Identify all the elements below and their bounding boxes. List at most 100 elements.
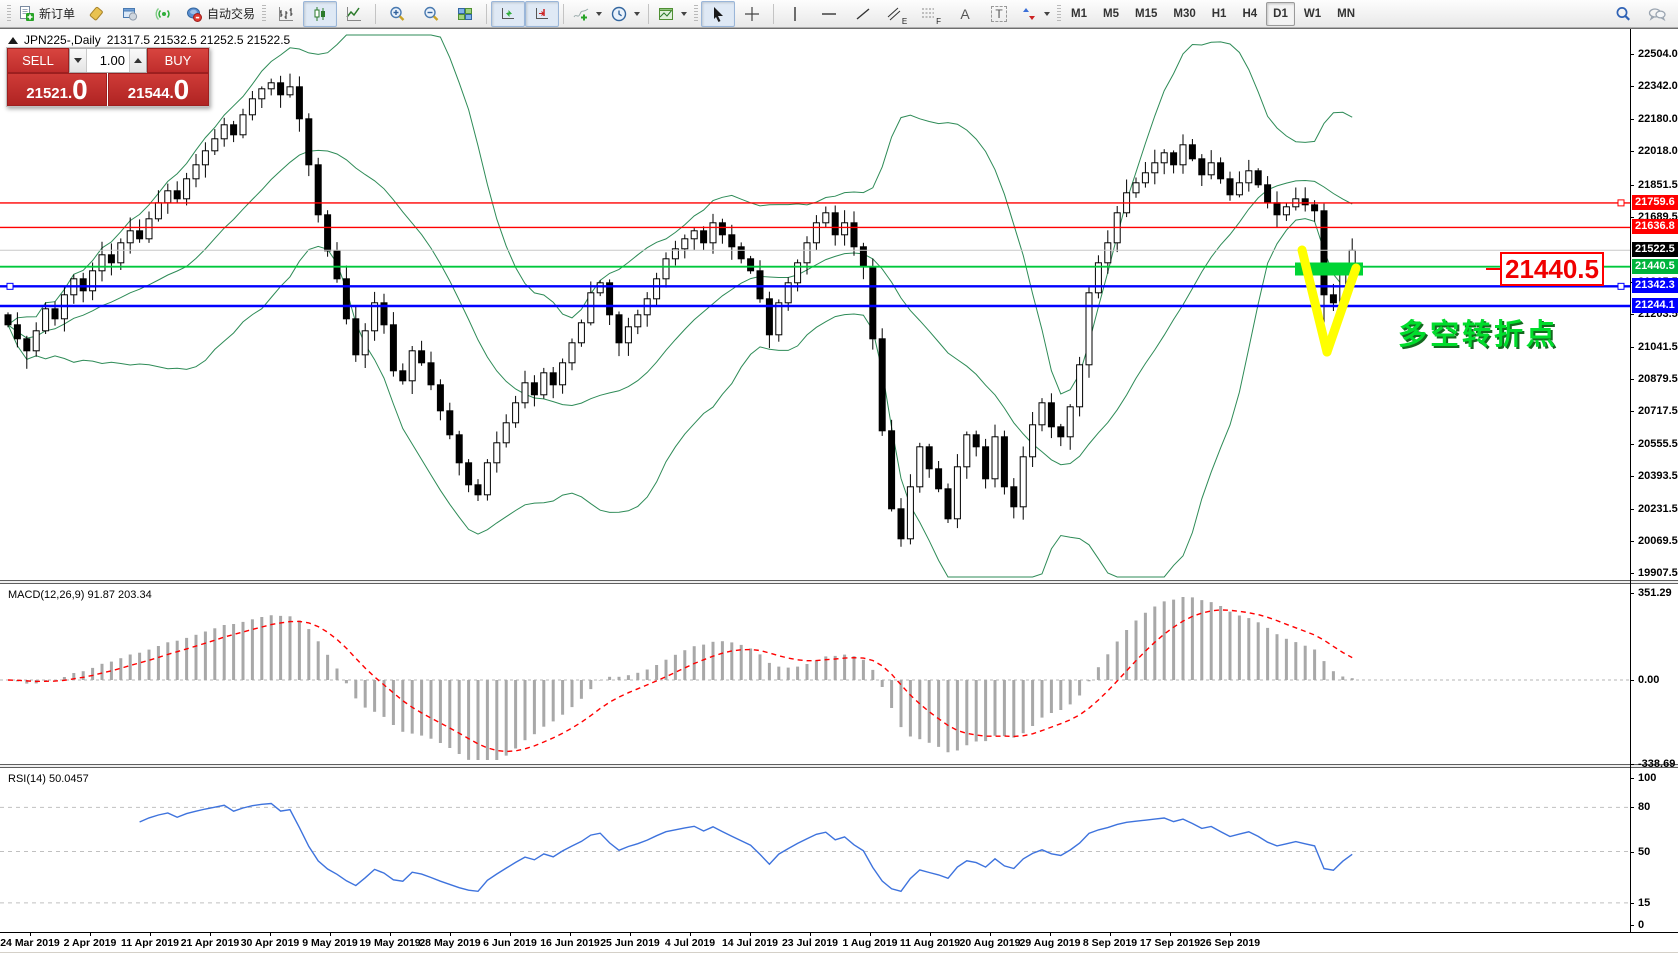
crosshair-icon — [743, 5, 761, 23]
periods-button[interactable] — [606, 1, 644, 27]
templates-icon — [657, 5, 675, 23]
chart-title: JPN225-,Daily 21317.5 21532.5 21252.5 21… — [8, 33, 290, 47]
volume-increase-button[interactable] — [129, 49, 146, 72]
price-tick-label: 20879.5 — [1638, 372, 1678, 386]
axis-tick — [1630, 379, 1634, 380]
indicators-icon — [572, 5, 590, 23]
axis-tick — [1630, 541, 1634, 542]
price-tick-label: 22018.0 — [1638, 144, 1678, 158]
mt4-application: { "toolbar": { "new_order_label": "新订单",… — [0, 0, 1678, 953]
main-toolbar: 新订单 自动交易 — [0, 0, 1678, 28]
signals-button[interactable] — [147, 1, 181, 27]
timeframe-w1[interactable]: W1 — [1297, 2, 1328, 26]
cursor-icon — [709, 5, 727, 23]
toolbar-grip[interactable] — [694, 5, 698, 23]
eraser-button[interactable] — [79, 1, 113, 27]
candlestick-chart-button[interactable] — [303, 1, 337, 27]
timeframe-h1[interactable]: H1 — [1205, 2, 1234, 26]
cursor-button[interactable] — [701, 1, 735, 27]
autotrade-button[interactable]: 自动交易 — [181, 1, 259, 27]
price-tick-label: 20717.5 — [1638, 404, 1678, 418]
axis-tick — [1630, 778, 1634, 779]
date-tick — [690, 933, 691, 936]
axis-tick — [1630, 807, 1634, 808]
chart-shift-button[interactable] — [525, 1, 559, 27]
zoom-out-button[interactable] — [414, 1, 448, 27]
buy-button[interactable]: BUY — [147, 48, 209, 73]
buy-price[interactable]: 21544.0 — [108, 73, 209, 106]
timeframe-m1[interactable]: M1 — [1064, 2, 1094, 26]
sell-price[interactable]: 21521.0 — [7, 73, 107, 106]
price-tick-label: 19907.5 — [1638, 566, 1678, 580]
price-tick-label: 22342.0 — [1638, 79, 1678, 93]
rsi-scale-label: 0 — [1638, 918, 1644, 932]
chart-window-button[interactable] — [113, 1, 147, 27]
arrows-button[interactable] — [1016, 1, 1054, 27]
timeframe-m5[interactable]: M5 — [1096, 2, 1126, 26]
price-tick-label: 22504.0 — [1638, 47, 1678, 61]
chat-button[interactable] — [1640, 1, 1674, 27]
price-badge: 21636.8 — [1632, 219, 1678, 234]
fibonacci-button[interactable]: F — [914, 1, 948, 27]
date-tick — [930, 933, 931, 936]
macd-canvas[interactable] — [0, 584, 1630, 764]
rsi-scale-label: 100 — [1638, 771, 1656, 785]
collapse-chart-icon[interactable] — [8, 37, 18, 44]
timeframe-m15[interactable]: M15 — [1128, 2, 1164, 26]
price-badge: 21440.5 — [1632, 259, 1678, 274]
timeframe-m30[interactable]: M30 — [1166, 2, 1202, 26]
new-order-button[interactable]: 新订单 — [14, 1, 79, 27]
indicators-button[interactable] — [568, 1, 606, 27]
macd-scale-label: 0.00 — [1638, 673, 1659, 687]
triangle-down-icon — [74, 58, 82, 63]
date-tick — [1050, 933, 1051, 936]
price-badge: 21759.6 — [1632, 195, 1678, 210]
sell-button[interactable]: SELL — [7, 48, 69, 73]
main-chart-canvas[interactable] — [0, 29, 1630, 580]
toolbar-grip[interactable] — [262, 5, 266, 23]
rsi-scale-label: 15 — [1638, 896, 1650, 910]
axis-tick — [1630, 54, 1634, 55]
date-axis[interactable]: 24 Mar 20192 Apr 201911 Apr 201921 Apr 2… — [0, 932, 1678, 953]
fibonacci-icon — [921, 6, 935, 22]
zoom-out-icon — [422, 5, 440, 23]
price-badge: 21522.5 — [1632, 242, 1678, 257]
templates-button[interactable] — [653, 1, 691, 27]
trendline-button[interactable] — [846, 1, 880, 27]
toolbar-grip[interactable] — [1057, 5, 1061, 23]
one-click-trade-panel: SELL 1.00 BUY 21521.0 21544.0 — [6, 47, 210, 107]
text-button[interactable]: A — [948, 1, 982, 27]
price-tick-label: 21851.5 — [1638, 178, 1678, 192]
auto-scroll-button[interactable] — [491, 1, 525, 27]
rsi-canvas[interactable] — [0, 768, 1630, 932]
price-axis[interactable]: 22504.022342.022180.022018.021851.521689… — [1630, 29, 1678, 932]
price-tick-label: 21041.5 — [1638, 340, 1678, 354]
search-button[interactable] — [1606, 1, 1640, 27]
bar-chart-button[interactable] — [269, 1, 303, 27]
tile-windows-button[interactable] — [448, 1, 482, 27]
date-label: 26 Sep 2019 — [1192, 937, 1268, 949]
channel-button[interactable]: E — [880, 1, 914, 27]
axis-tick — [1630, 444, 1634, 445]
horizontal-line-button[interactable] — [812, 1, 846, 27]
timeframe-d1[interactable]: D1 — [1266, 2, 1295, 26]
date-tick — [1170, 933, 1171, 936]
chart-window: JPN225-,Daily 21317.5 21532.5 21252.5 21… — [0, 28, 1678, 953]
line-chart-button[interactable] — [337, 1, 371, 27]
timeframe-mn[interactable]: MN — [1330, 2, 1362, 26]
text-icon: A — [960, 6, 969, 22]
text-label-button[interactable]: T — [982, 1, 1016, 27]
axis-tick — [1630, 573, 1634, 574]
zoom-in-button[interactable] — [380, 1, 414, 27]
crosshair-button[interactable] — [735, 1, 769, 27]
axis-tick — [1630, 925, 1634, 926]
cn-annotation[interactable]: 多空转折点 — [1398, 311, 1558, 353]
channel-icon — [887, 6, 901, 22]
timeframe-h4[interactable]: H4 — [1235, 2, 1264, 26]
toolbar-grip[interactable] — [7, 5, 11, 23]
vertical-line-button[interactable] — [778, 1, 812, 27]
price-tick-label: 20555.5 — [1638, 437, 1678, 451]
volume-value[interactable]: 1.00 — [87, 49, 129, 72]
price-annotation[interactable]: 21440.5 — [1500, 252, 1604, 286]
volume-decrease-button[interactable] — [70, 49, 87, 72]
